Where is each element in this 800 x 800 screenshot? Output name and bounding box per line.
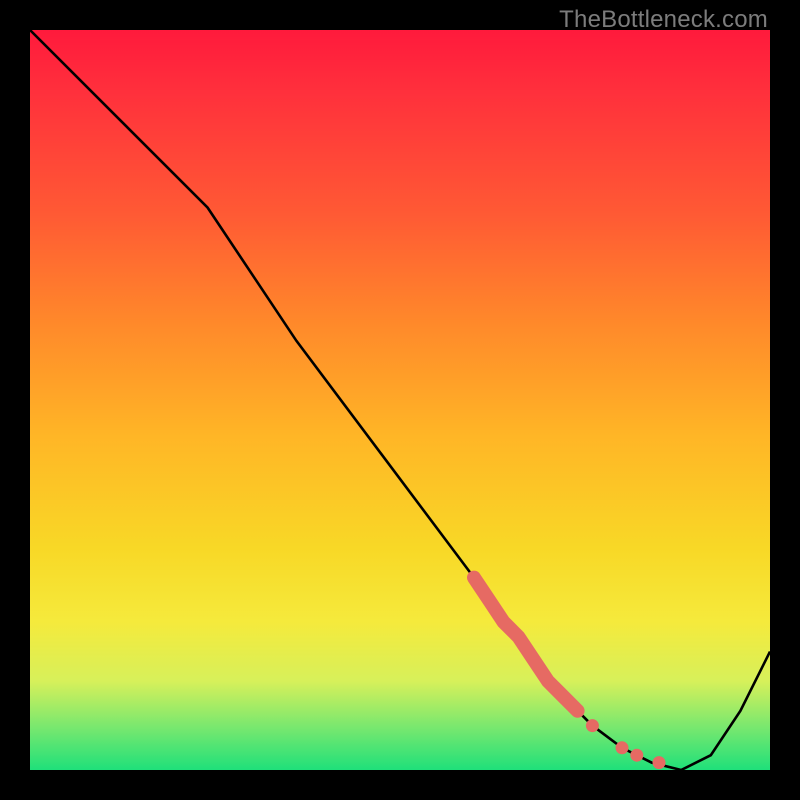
- curve-marker: [630, 749, 643, 762]
- bottleneck-curve: [30, 30, 770, 770]
- chart-overlay: [30, 30, 770, 770]
- watermark-text: TheBottleneck.com: [559, 6, 768, 34]
- curve-marker: [616, 741, 629, 754]
- curve-markers: [586, 719, 666, 769]
- curve-marker: [586, 719, 599, 732]
- curve-highlight: [474, 578, 578, 711]
- curve-marker: [653, 756, 666, 769]
- curve-line: [30, 30, 770, 770]
- chart-frame: TheBottleneck.com: [0, 0, 800, 800]
